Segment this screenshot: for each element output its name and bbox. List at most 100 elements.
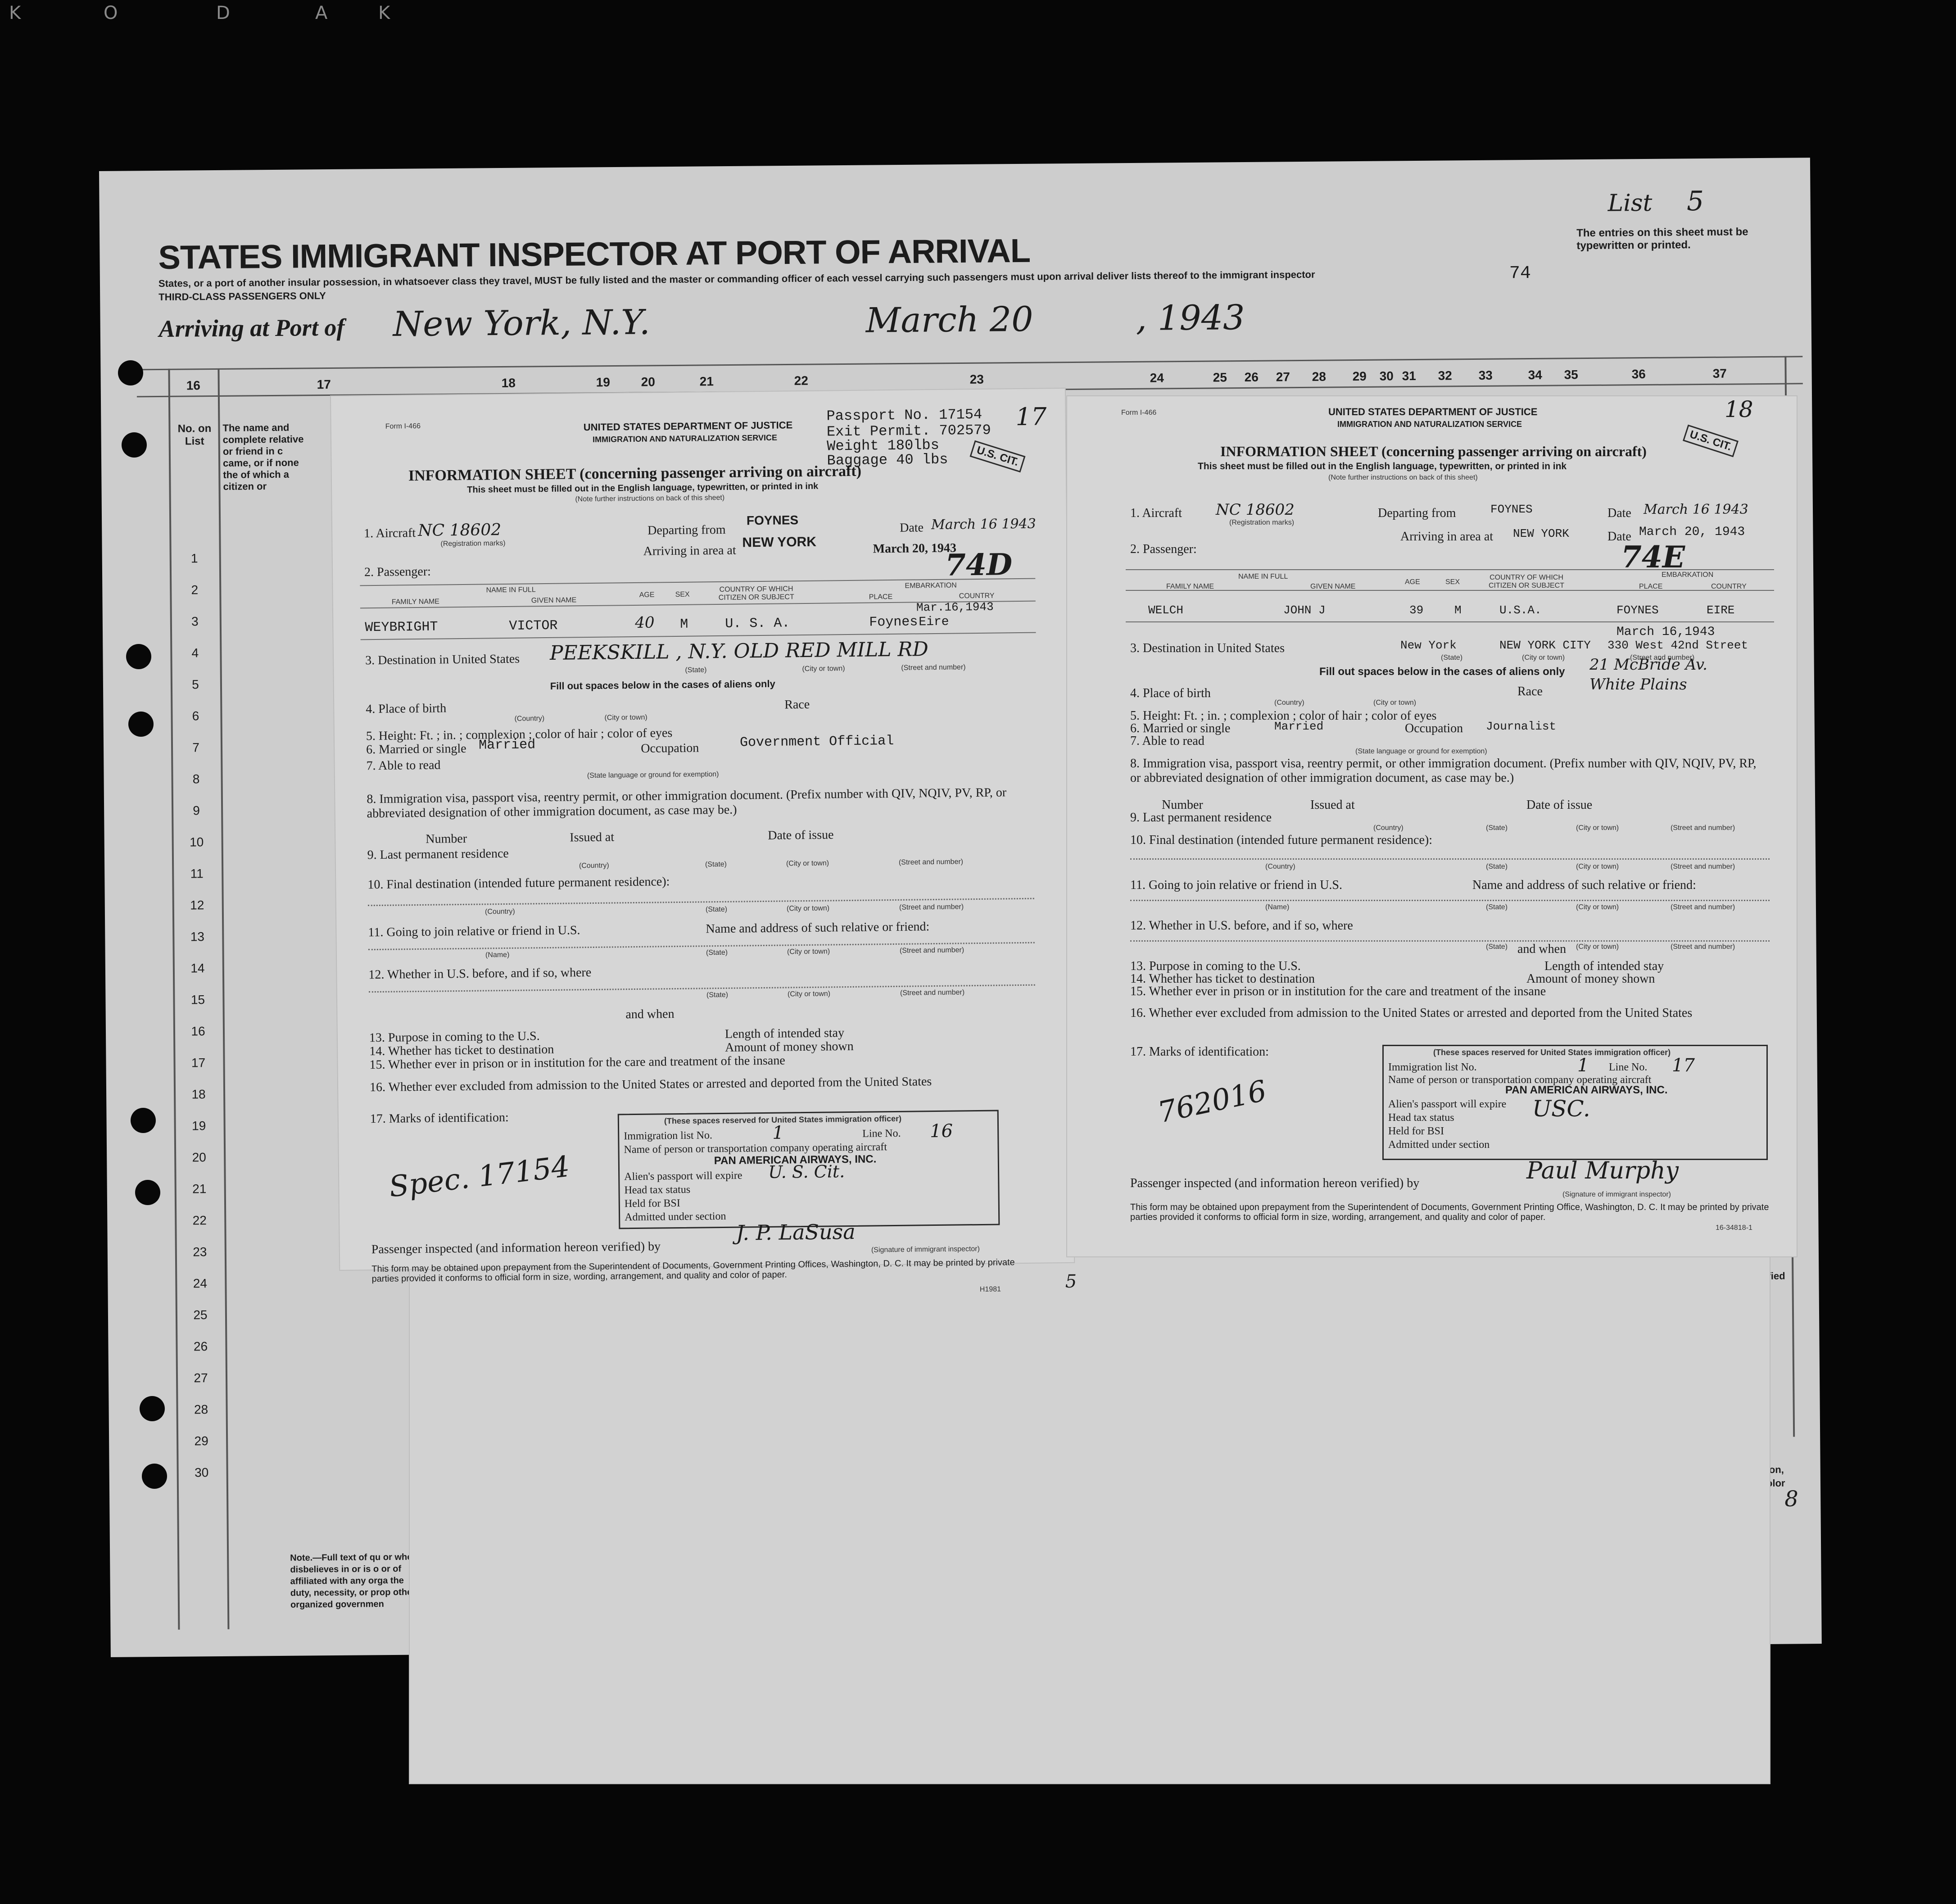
caption-state: (State): [705, 905, 728, 914]
residence-label: 9. Last permanent residence: [367, 846, 509, 862]
read-label: 7. Able to read: [1130, 734, 1204, 748]
marital-value: Married: [478, 737, 536, 753]
column-number: 31: [1402, 369, 1416, 383]
column-number: 32: [1438, 368, 1452, 383]
column-number: 17: [317, 377, 331, 392]
row-number: 3: [191, 614, 199, 629]
head-tax-label: Head tax status: [1388, 1112, 1454, 1124]
issued-at-label: Issued at: [570, 830, 615, 845]
caption-street: (Street and number): [898, 858, 964, 866]
caption-city: (City or town): [1522, 654, 1565, 662]
arriving-value: NEW YORK: [742, 534, 817, 550]
embark-date: Mar.16,1943: [916, 600, 994, 615]
caption-street: (Street and number): [1671, 943, 1735, 951]
caption-country: (Country): [484, 907, 515, 916]
caption-city: (City or town): [787, 947, 830, 956]
destination-state: New York: [1400, 639, 1457, 652]
caption-street: (Street and number): [1671, 903, 1735, 911]
header-embarkation: EMBARKATION: [1662, 571, 1714, 579]
row-number: 24: [193, 1276, 208, 1291]
blank-card: [410, 1234, 1770, 1783]
money-label: Amount of money shown: [725, 1039, 854, 1055]
column-number: 23: [969, 372, 984, 386]
column-number: 30: [1379, 369, 1394, 383]
excluded-label: 16. Whether ever excluded from admission…: [1130, 1006, 1693, 1020]
embark-country: EIRE: [1707, 603, 1735, 617]
caption-state: (State): [1441, 654, 1463, 662]
caption-state: (State): [1486, 943, 1508, 951]
birthplace-label: 4. Place of birth: [366, 701, 447, 716]
document-label: 8. Immigration visa, passport visa, reen…: [1130, 757, 1757, 785]
column-number: 16: [186, 378, 201, 393]
residence-label: 9. Last permanent residence: [1130, 811, 1272, 825]
read-label: 7. Able to read: [366, 758, 441, 773]
sheet-title: INFORMATION SHEET (concerning passenger …: [1220, 443, 1647, 459]
header-given: GIVEN NAME: [1310, 583, 1356, 590]
film-edge-letter: A: [315, 3, 329, 23]
list-no-value: 1: [1577, 1055, 1589, 1076]
row-number: 6: [192, 709, 199, 723]
caption-country: (Country): [1265, 863, 1295, 870]
film-edge: K O D A K: [0, 0, 1956, 32]
table-rule: [1126, 569, 1774, 570]
caption-city: (City or town): [786, 859, 829, 868]
arriving-label: Arriving at Port of: [158, 313, 345, 342]
dept-name: UNITED STATES DEPARTMENT OF JUSTICE: [583, 419, 793, 433]
officer-box: (These spaces reserved for United States…: [1382, 1045, 1768, 1160]
admitted-label: Admitted under section: [1388, 1139, 1490, 1151]
signature-caption: (Signature of immigrant inspector): [1562, 1191, 1671, 1198]
birthplace-label: 4. Place of birth: [1130, 686, 1211, 700]
caption-country: (Country): [1274, 699, 1304, 707]
header-country-embark: COUNTRY: [1711, 583, 1747, 590]
column-number: 37: [1712, 366, 1727, 381]
column-number: 25: [1213, 370, 1227, 385]
caption-country: (Country): [579, 861, 609, 870]
punch-hole: [128, 712, 154, 737]
table-rule: [1126, 621, 1774, 622]
aircraft-label: 1. Aircraft: [364, 526, 416, 541]
header-family: FAMILY NAME: [391, 598, 439, 606]
film-edge-letter: K: [378, 3, 391, 23]
fill-line: [1130, 900, 1770, 901]
row-number: 9: [193, 803, 200, 818]
caption-state: (State): [685, 666, 707, 674]
join-label: 11. Going to join relative or friend in …: [368, 923, 580, 940]
column-number: 24: [1150, 371, 1164, 385]
excluded-label: 16. Whether ever excluded from admission…: [369, 1074, 932, 1095]
row-number: 29: [194, 1434, 208, 1448]
head-tax-label: Head tax status: [624, 1183, 691, 1197]
edge-mark: 5: [1065, 1271, 1077, 1292]
departing-label: Departing from: [647, 522, 726, 538]
row-number: 20: [192, 1150, 206, 1165]
arriving-value: NEW YORK: [1513, 527, 1569, 540]
caption-state: (State): [1486, 824, 1508, 832]
caption-street: (Street and number): [899, 903, 964, 911]
corner-number: 18: [1725, 396, 1753, 422]
destination-handwritten: 21 McBride Av. White Plains: [1589, 656, 1707, 694]
row-number: 12: [190, 898, 204, 912]
list-label: List 5: [1607, 186, 1704, 218]
punch-hole: [126, 644, 151, 669]
punch-hole: [118, 360, 143, 385]
arrival-date: March 20, 1943: [873, 541, 957, 556]
join-label: 11. Going to join relative or friend in …: [1130, 878, 1342, 892]
column-number: 35: [1564, 367, 1578, 382]
arrival-date: March 20: [865, 299, 1033, 340]
caption-state: (State): [706, 991, 729, 999]
header-rule: [136, 356, 1803, 371]
col16-header: No. on List: [177, 422, 212, 448]
list-no-label: Immigration list No.: [1388, 1061, 1477, 1073]
line-no-label: Line No.: [1609, 1061, 1648, 1073]
family-name: WEYBRIGHT: [365, 619, 438, 636]
company-value: PAN AMERICAN AIRWAYS, INC.: [1505, 1084, 1668, 1096]
signature-caption: (Signature of immigrant inspector): [871, 1245, 980, 1254]
bsi-label: Held for BSI: [624, 1197, 680, 1210]
column-number: 26: [1244, 370, 1259, 385]
marks-label: 17. Marks of identification:: [370, 1110, 509, 1126]
read-caption: (State language or ground for exemption): [1355, 748, 1487, 755]
form-footer: This form may be obtained upon prepaymen…: [1130, 1202, 1769, 1222]
destination-street: 330 West 42nd Street: [1607, 639, 1748, 652]
form-number: Form I-466: [385, 422, 421, 431]
departure-date: March 16 1943: [931, 516, 1036, 533]
right-mark: 8: [1784, 1486, 1799, 1512]
